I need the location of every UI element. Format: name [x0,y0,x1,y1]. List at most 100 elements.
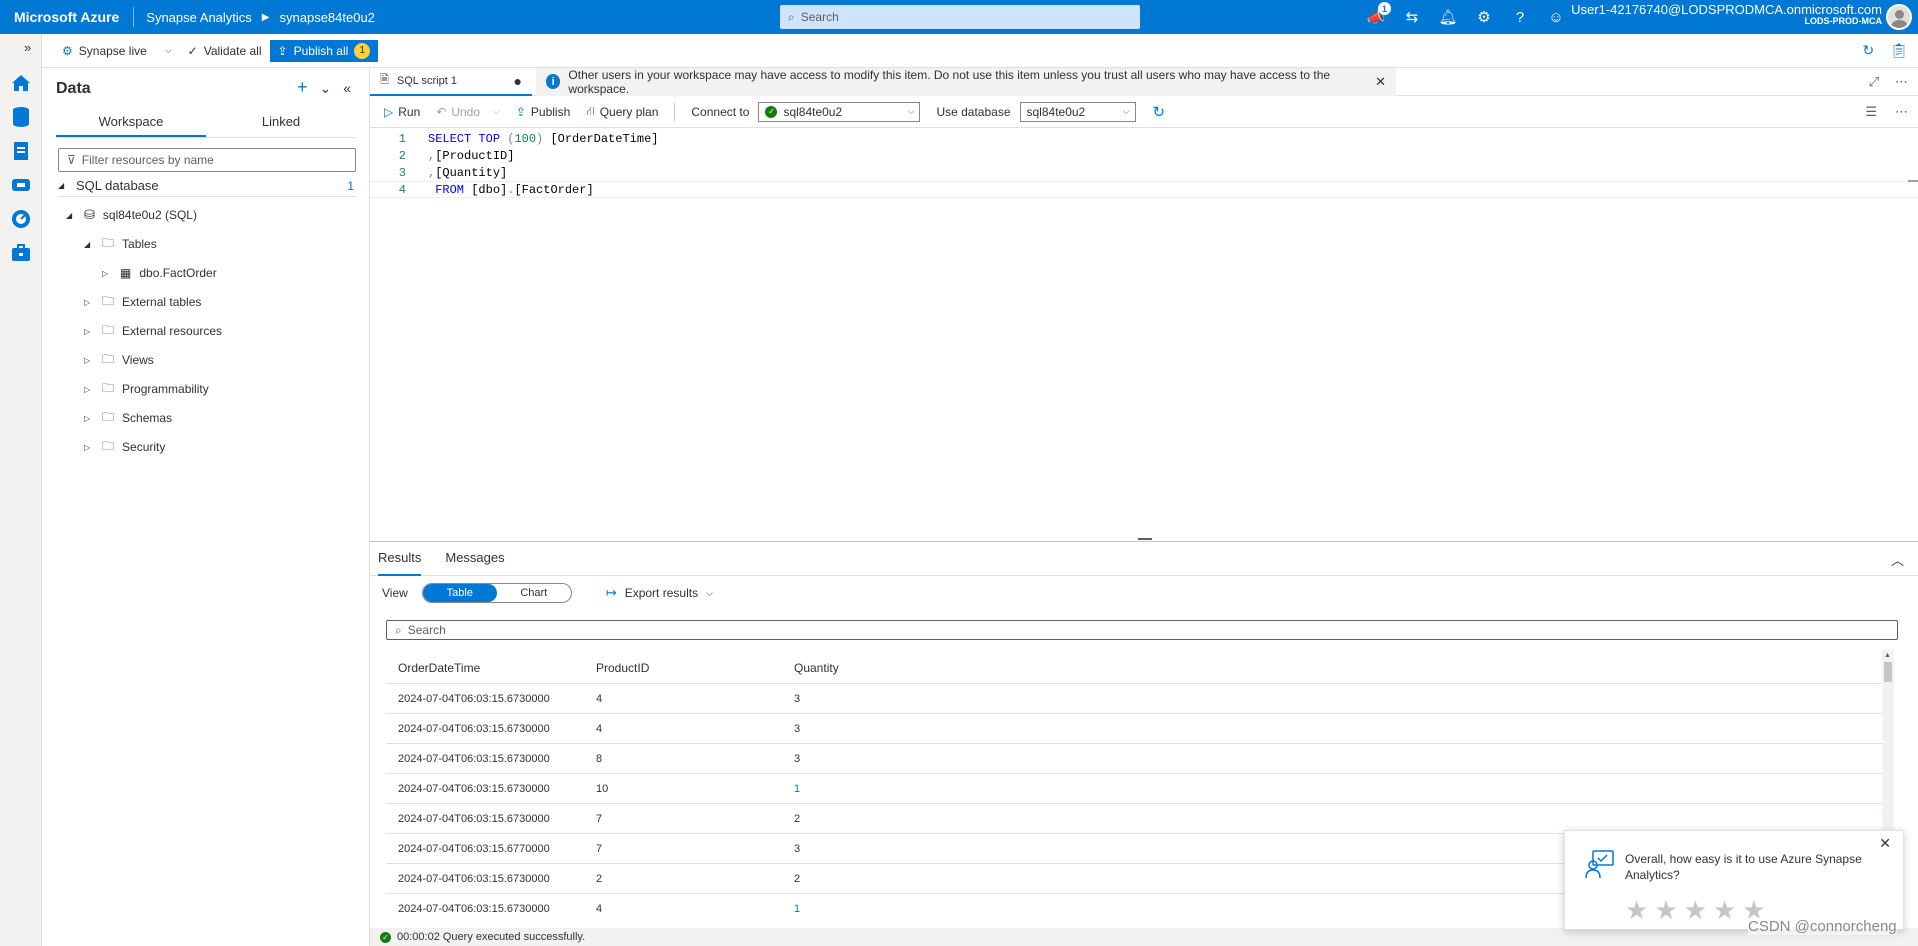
tab-sql-script-1[interactable]: 🗎 SQL script 1 ● [370,68,532,96]
tree-item-table-factorder[interactable]: ▷ ▦ dbo.FactOrder [102,262,217,284]
chevron-down-icon[interactable]: ⌵ [493,106,500,117]
develop-hub-icon[interactable] [8,138,34,164]
query-plan-button[interactable]: ⛙ Query plan [586,104,658,120]
sql-code-editor[interactable]: 1 SELECT TOP (100) [OrderDateTime] 2 ,[P… [370,128,1918,538]
undo-button[interactable]: ↶ Undo ⌵ [436,105,500,119]
star-icon[interactable]: ★ [1713,895,1736,926]
scroll-up-icon[interactable]: ▲ [1884,652,1891,659]
collapse-results-icon[interactable]: ︿ [1891,550,1904,569]
filter-resources-input[interactable]: ⊽ Filter resources by name [58,148,356,172]
unsaved-indicator: ● [513,72,522,89]
status-bar: ✓ 00:00:02 Query executed successfully. [370,928,1918,946]
synapse-live-dropdown[interactable]: ⚙ Synapse live ⌵ [62,44,172,58]
publish-button[interactable]: ⇪ Publish [516,105,570,119]
star-icon[interactable]: ★ [1625,895,1648,926]
integrate-hub-icon[interactable] [8,172,34,198]
directory-switch-icon[interactable]: ⇆ [1402,7,1422,27]
tree-item-views[interactable]: ▷ 🗀 Views [84,349,154,371]
validate-all-button[interactable]: ✓ Validate all [188,44,262,58]
connect-to-dropdown[interactable]: ✓ sql84te0u2 ⌵ [758,101,921,122]
monitor-hub-icon[interactable] [8,206,34,232]
account-info[interactable]: User1-42176740@LODSPRODMCA.onmicrosoft.c… [1571,2,1882,27]
data-panel: Data + ⌄ « Workspace Linked ⊽ Filter res… [42,68,370,946]
cell-productid: 4 [596,903,603,915]
sql-script-icon: 🗎 [380,74,389,86]
maximize-icon[interactable]: ⤢ [1869,74,1879,90]
tree-item-database[interactable]: ◢ ⛁ sql84te0u2 (SQL) [66,204,197,226]
cell-quantity: 3 [794,722,801,735]
results-search-input[interactable]: ⌕ Search [386,620,1898,640]
avatar[interactable] [1886,4,1912,30]
export-results-button[interactable]: ↦ Export results ⌵ [606,585,713,601]
table-row[interactable]: 2024-07-04T06:03:15.6730000 8 3 [386,744,1882,774]
breadcrumb-service[interactable]: Synapse Analytics [146,10,252,25]
close-icon[interactable]: ✕ [1879,835,1891,852]
code-line: 2 ,[ProductID] [370,147,1918,164]
data-hub-icon[interactable] [8,104,34,130]
caret-right-icon: ▷ [84,413,91,423]
command-bar: ⚙ Synapse live ⌵ ✓ Validate all ⇪ Publis… [42,34,1918,68]
caret-right-icon: ▷ [84,297,91,307]
tree-item-programmability[interactable]: ▷ 🗀 Programmability [84,378,209,400]
tree-item-schemas[interactable]: ▷ 🗀 Schemas [84,407,172,429]
folder-label: Views [122,353,154,367]
home-icon[interactable] [8,70,34,96]
gear-icon[interactable]: ⚙ [1474,7,1494,27]
expand-all-icon[interactable]: ⌄ [319,80,331,97]
scrollbar-thumb[interactable] [1884,662,1892,682]
view-toggle[interactable]: Table Chart [421,583,572,603]
clipboard-icon[interactable]: 📋︎ [1890,42,1908,59]
close-icon[interactable]: ✕ [1375,74,1386,90]
notifications-icon[interactable]: 📣 1 [1366,2,1391,27]
code-line: 1 SELECT TOP (100) [OrderDateTime] [370,130,1918,147]
publish-icon: ⇪ [277,43,288,58]
tab-workspace[interactable]: Workspace [56,108,206,137]
folder-icon: 🗀 [102,409,115,424]
validate-all-label: Validate all [203,43,262,58]
publish-all-button[interactable]: ⇪ Publish all 1 [269,39,379,62]
properties-icon[interactable]: ☰ [1865,104,1877,120]
table-row[interactable]: 2024-07-04T06:03:15.6730000 10 1 [386,774,1882,804]
column-header[interactable]: ProductID [584,661,782,675]
use-database-dropdown[interactable]: sql84te0u2 ⌵ [1019,101,1136,122]
code-text: ,[Quantity] [428,165,508,180]
global-search-input[interactable]: ⌕ Search [780,5,1140,29]
column-header[interactable]: OrderDateTime [386,661,584,675]
view-table-option[interactable]: Table [422,584,497,602]
help-icon[interactable]: ? [1510,7,1530,27]
code-text: SELECT TOP (100) [OrderDateTime] [428,131,659,146]
tree-item-external-tables[interactable]: ▷ 🗀 External tables [84,291,201,313]
tree-section-sql-database[interactable]: ◢ SQL database 1 [58,175,356,197]
caret-right-icon: ▷ [84,442,91,452]
add-resource-icon[interactable]: + [297,78,308,97]
table-row[interactable]: 2024-07-04T06:03:15.6730000 4 3 [386,684,1882,714]
view-chart-option[interactable]: Chart [497,584,571,602]
more-options-icon[interactable]: ⋯ [1895,104,1908,120]
bell-icon[interactable]: 🔔︎ [1438,7,1458,27]
tab-messages[interactable]: Messages [445,542,504,576]
refresh-icon[interactable]: ↻ [1862,42,1874,59]
expand-rail-icon[interactable]: » [24,40,31,55]
refresh-icon[interactable]: ↻ [1153,103,1166,121]
tree-item-tables[interactable]: ◢ 🗀 Tables [84,233,157,255]
manage-hub-icon[interactable] [8,240,34,266]
tab-results[interactable]: Results [378,542,422,576]
table-row[interactable]: 2024-07-04T06:03:15.6730000 4 3 [386,714,1882,744]
tab-linked[interactable]: Linked [206,108,356,137]
breadcrumb-workspace[interactable]: synapse84te0u2 [280,10,375,25]
panel-title: Data [56,80,91,97]
cell-orderdatetime: 2024-07-04T06:03:15.6730000 [398,722,550,735]
more-options-icon[interactable]: ⋯ [1895,74,1908,90]
folder-label: Programmability [122,382,209,396]
star-icon[interactable]: ★ [1684,895,1707,926]
tree-item-external-resources[interactable]: ▷ 🗀 External resources [84,320,222,342]
section-count: 1 [347,178,354,193]
feedback-icon[interactable]: ☺ [1546,7,1566,27]
tree-item-security[interactable]: ▷ 🗀 Security [84,436,165,458]
splitter-grip[interactable] [1138,538,1152,540]
star-icon[interactable]: ★ [1654,895,1677,926]
collapse-panel-icon[interactable]: « [343,80,351,97]
run-button[interactable]: ▷ Run [384,105,420,119]
column-header[interactable]: Quantity [782,661,982,675]
brand-logo[interactable]: Microsoft Azure [0,7,135,27]
